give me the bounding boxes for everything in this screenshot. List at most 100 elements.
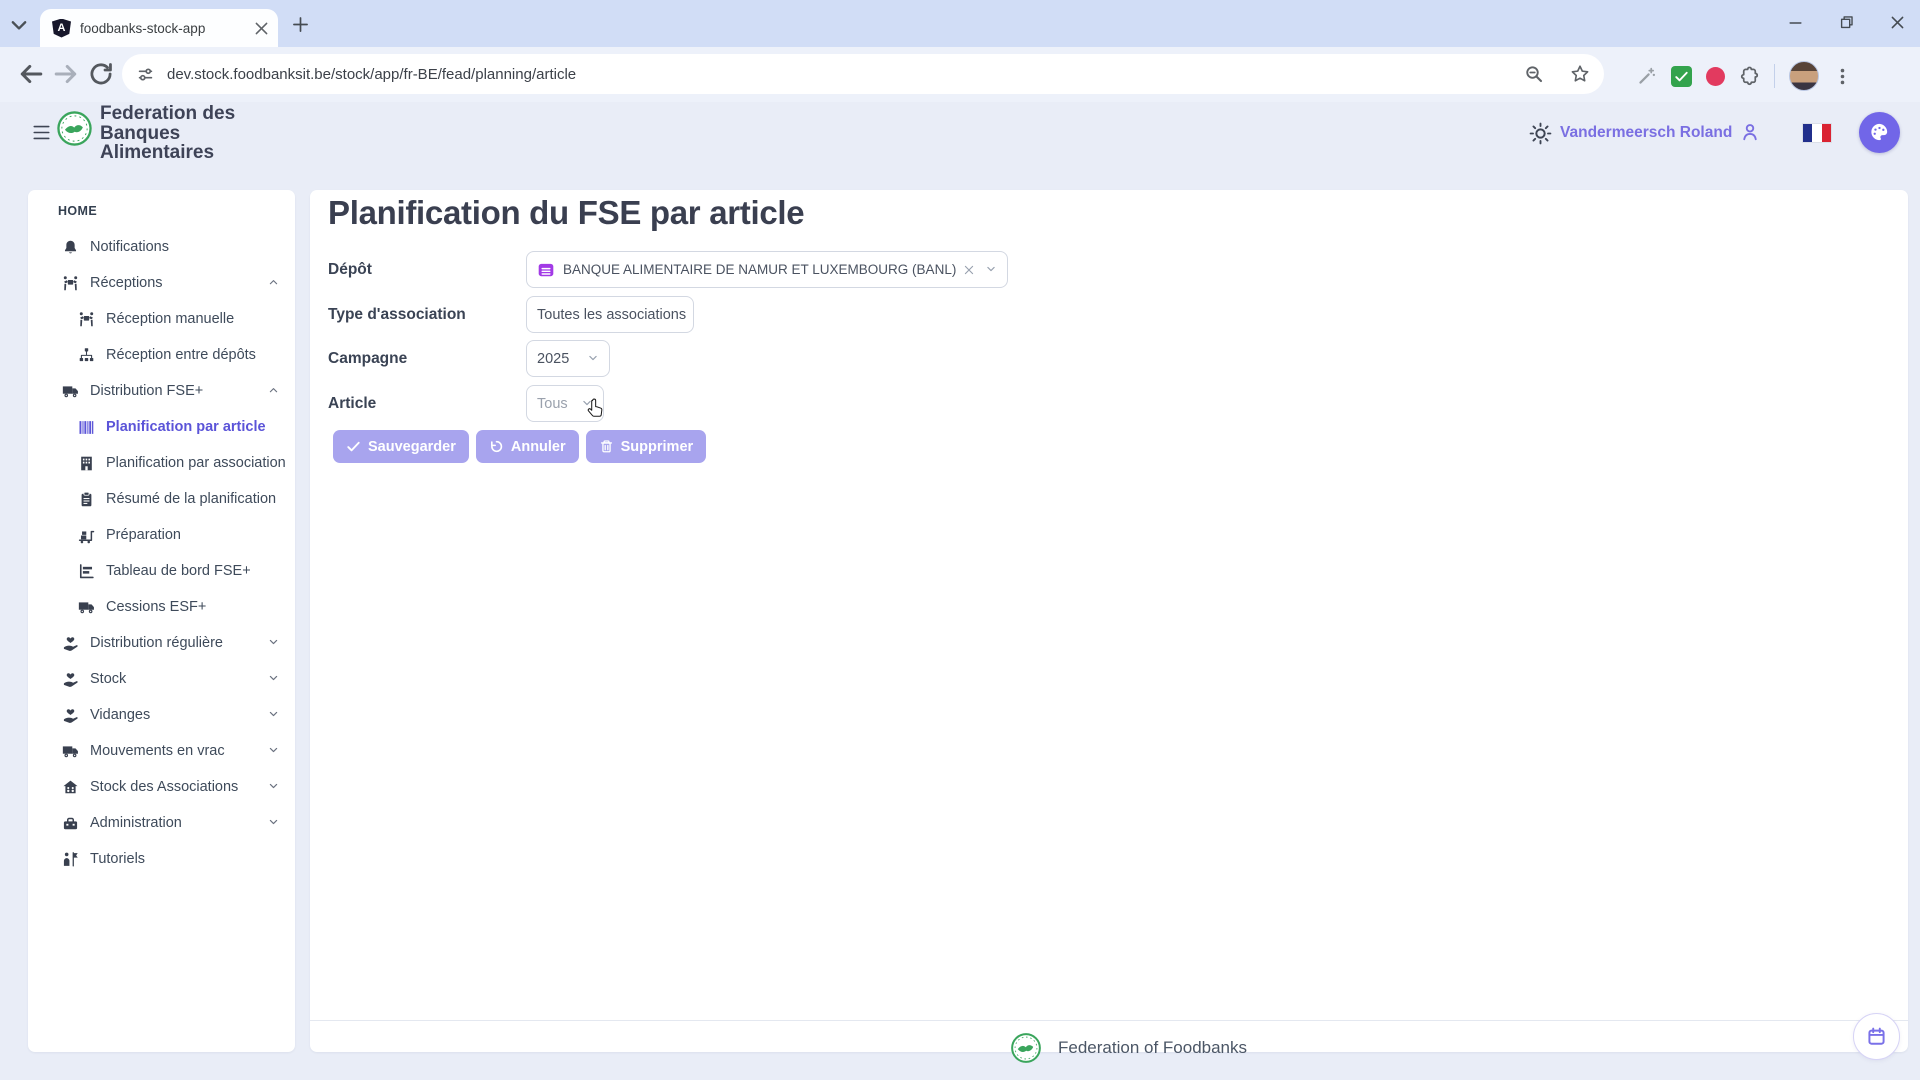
house-users-icon: [62, 779, 79, 796]
association-type-select[interactable]: Toutes les associations: [526, 296, 694, 333]
sidebar-item-vidanges[interactable]: Vidanges: [28, 698, 295, 732]
window-controls: [1787, 14, 1906, 31]
tab-close-icon[interactable]: [253, 20, 270, 37]
sidebar-item-resume-planification[interactable]: Résumé de la planification: [28, 482, 295, 516]
calendar-fab-button[interactable]: [1853, 1013, 1900, 1060]
delete-button[interactable]: Supprimer: [585, 430, 707, 463]
depot-select[interactable]: BANQUE ALIMENTAIRE DE NAMUR ET LUXEMBOUR…: [526, 251, 1008, 288]
zoom-icon[interactable]: [1524, 64, 1544, 84]
hand-heart-icon: [62, 671, 79, 688]
sidebar-item-preparation[interactable]: Préparation: [28, 518, 295, 552]
people-carry-icon: [62, 275, 79, 292]
theme-toggle-sun-icon[interactable]: [1529, 122, 1552, 145]
tab-search-icon[interactable]: [8, 14, 30, 36]
footer-text: Federation of Foodbanks: [1058, 1038, 1248, 1057]
sidebar-item-reception-manuelle[interactable]: Réception manuelle: [28, 302, 295, 336]
url-text[interactable]: dev.stock.foodbanksit.be/stock/app/fr-BE…: [167, 66, 1524, 83]
browser-menu-icon[interactable]: [1833, 67, 1852, 86]
chevron-down-icon[interactable]: [268, 639, 279, 647]
user-name[interactable]: Vandermeersch Roland: [1560, 124, 1732, 142]
bell-icon: [62, 239, 79, 256]
article-select[interactable]: Tous: [526, 385, 604, 422]
form-actions: Sauvegarder Annuler Supprimer: [333, 430, 707, 463]
sidebar-item-stock-des-associations[interactable]: Stock des Associations: [28, 770, 295, 804]
browser-tab[interactable]: A foodbanks-stock-app: [40, 9, 278, 47]
chevron-down-icon[interactable]: [268, 783, 279, 791]
sidebar-item-cessions[interactable]: Cessions ESF+: [28, 590, 295, 624]
clipboard-icon: [78, 491, 95, 508]
campaign-value: 2025: [537, 350, 570, 367]
sidebar-item-receptions[interactable]: Réceptions: [28, 266, 295, 300]
save-button[interactable]: Sauvegarder: [333, 430, 469, 463]
chevron-down-icon[interactable]: [581, 400, 593, 408]
minimize-button[interactable]: [1787, 14, 1804, 31]
extensions-area: [1636, 61, 1852, 91]
french-flag-icon[interactable]: [1803, 124, 1831, 142]
sidebar-item-planification-par-article[interactable]: Planification par article: [28, 410, 295, 444]
forward-button[interactable]: [52, 60, 80, 88]
close-window-button[interactable]: [1889, 14, 1906, 31]
site-info-icon[interactable]: [136, 65, 155, 84]
hand-heart-icon: [62, 635, 79, 652]
chevron-down-icon[interactable]: [268, 819, 279, 827]
truck-icon: [62, 743, 79, 760]
restore-button[interactable]: [1838, 14, 1855, 31]
new-tab-button[interactable]: [292, 16, 309, 33]
chart-icon: [78, 563, 95, 580]
association-type-label: Type d'association: [328, 305, 466, 323]
depot-label: Dépôt: [328, 260, 372, 278]
barcode-icon: [78, 419, 95, 436]
sidebar-item-planification-par-association[interactable]: Planification par association: [28, 446, 295, 480]
chevron-up-icon[interactable]: [268, 387, 279, 395]
screen: A foodbanks-stock-app dev.stock.foodbank…: [0, 0, 1920, 1080]
green-check-extension-icon[interactable]: [1671, 65, 1692, 87]
people-carry-icon: [78, 311, 95, 328]
chevron-up-icon[interactable]: [268, 279, 279, 287]
cancel-button[interactable]: Annuler: [475, 430, 579, 463]
cart-icon: [78, 527, 95, 544]
sidebar-item-distribution-fse[interactable]: Distribution FSE+: [28, 374, 295, 408]
truck-icon: [62, 383, 79, 400]
sidebar-item-stock[interactable]: Stock: [28, 662, 295, 696]
footer-divider: [310, 1020, 1908, 1021]
tutorial-icon: [62, 851, 79, 868]
chevron-down-icon[interactable]: [268, 747, 279, 755]
clear-icon[interactable]: [963, 264, 975, 276]
warehouse-icon: [537, 261, 555, 279]
campaign-label: Campagne: [328, 349, 408, 367]
palette-button[interactable]: [1859, 112, 1900, 153]
sidebar-item-administration[interactable]: Administration: [28, 806, 295, 840]
article-value: Tous: [537, 395, 568, 412]
chevron-down-icon[interactable]: [268, 711, 279, 719]
foodbank-footer-logo: [1010, 1032, 1042, 1064]
hand-heart-icon: [62, 707, 79, 724]
hamburger-menu-icon[interactable]: [30, 124, 53, 141]
campaign-select[interactable]: 2025: [526, 340, 610, 377]
undo-icon: [489, 439, 504, 454]
browser-tabstrip: A foodbanks-stock-app: [0, 0, 1920, 47]
association-type-value: Toutes les associations: [537, 306, 687, 323]
wand-extension-icon[interactable]: [1636, 66, 1657, 87]
sidebar-item-mouvements-en-vrac[interactable]: Mouvements en vrac: [28, 734, 295, 768]
url-bar[interactable]: dev.stock.foodbanksit.be/stock/app/fr-BE…: [122, 54, 1604, 94]
page-title: Planification du FSE par article: [328, 194, 805, 231]
sidebar-item-distribution-reguliere[interactable]: Distribution régulière: [28, 626, 295, 660]
extensions-puzzle-icon[interactable]: [1739, 66, 1760, 87]
profile-avatar[interactable]: [1789, 61, 1819, 91]
user-person-icon[interactable]: [1740, 122, 1760, 142]
chevron-down-icon[interactable]: [985, 266, 997, 274]
building-icon: [78, 455, 95, 472]
chevron-down-icon[interactable]: [587, 355, 599, 363]
app-title: Federation des Banques Alimentaires: [100, 103, 236, 163]
reload-button[interactable]: [87, 60, 115, 88]
bookmark-star-icon[interactable]: [1570, 64, 1590, 84]
sidebar-section-home: HOME: [58, 204, 98, 218]
sidebar-item-tableau-de-bord[interactable]: Tableau de bord FSE+: [28, 554, 295, 588]
sidebar-item-reception-entre-depots[interactable]: Réception entre dépôts: [28, 338, 295, 372]
sidebar-item-notifications[interactable]: Notifications: [28, 230, 295, 264]
sidebar-item-tutoriels[interactable]: Tutoriels: [28, 842, 295, 876]
chevron-down-icon[interactable]: [268, 675, 279, 683]
back-button[interactable]: [17, 60, 45, 88]
article-label: Article: [328, 394, 377, 412]
red-dot-extension-icon[interactable]: [1706, 66, 1725, 86]
